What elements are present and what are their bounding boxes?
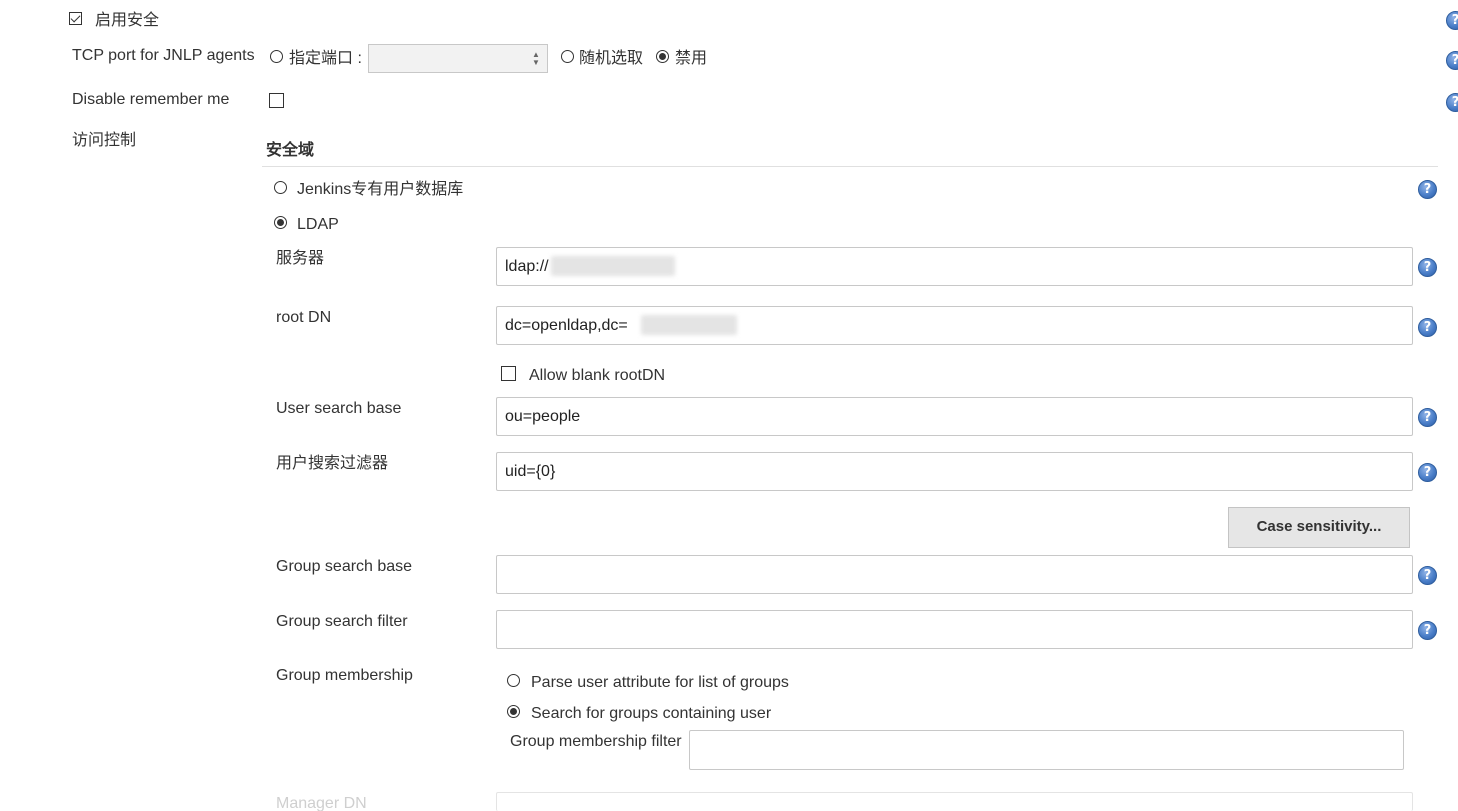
root-dn-value: dc=openldap,dc= — [505, 317, 628, 334]
security-config-page: 启用安全 ? TCP port for JNLP agents 指定端口 : ▲… — [0, 0, 1458, 811]
help-icon[interactable]: ? — [1418, 621, 1437, 640]
jnlp-port-input[interactable]: ▲ ▼ — [368, 44, 548, 73]
group-search-filter-input[interactable] — [496, 610, 1413, 649]
group-membership-search-radio[interactable] — [507, 705, 520, 718]
root-dn-input[interactable]: dc=openldap,dc= — [496, 306, 1413, 345]
help-icon[interactable]: ? — [1446, 93, 1458, 112]
user-search-filter-input[interactable]: uid={0} — [496, 452, 1413, 491]
allow-blank-rootdn-label: Allow blank rootDN — [529, 367, 666, 384]
allow-blank-rootdn-checkbox[interactable] — [501, 366, 516, 381]
group-membership-filter-label: Group membership filter — [510, 733, 682, 750]
enable-security-label: 启用安全 — [95, 12, 160, 29]
user-search-filter-value: uid={0} — [505, 463, 556, 480]
jnlp-fixed-radio[interactable] — [270, 50, 283, 63]
security-realm-heading: 安全域 — [266, 142, 315, 159]
jnlp-port-label: TCP port for JNLP agents — [72, 47, 255, 64]
realm-jenkins-db-label: Jenkins专有用户数据库 — [297, 181, 464, 198]
realm-jenkins-db-radio[interactable] — [274, 181, 287, 194]
section-divider — [262, 166, 1438, 167]
help-icon[interactable]: ? — [1418, 463, 1437, 482]
case-sensitivity-button[interactable]: Case sensitivity... — [1228, 507, 1410, 548]
jnlp-disable-label: 禁用 — [675, 50, 708, 67]
access-control-label: 访问控制 — [72, 132, 137, 149]
ldap-server-value: ldap:// — [505, 258, 549, 275]
user-search-base-input[interactable]: ou=people — [496, 397, 1413, 436]
group-membership-filter-input[interactable] — [689, 730, 1404, 770]
help-icon[interactable]: ? — [1418, 318, 1437, 337]
group-search-base-input[interactable] — [496, 555, 1413, 594]
group-membership-label: Group membership — [276, 667, 413, 684]
group-search-filter-label: Group search filter — [276, 613, 408, 630]
spinner-arrows-icon[interactable]: ▲ ▼ — [531, 51, 541, 67]
disable-remember-me-checkbox[interactable] — [269, 93, 284, 108]
disable-remember-me-label: Disable remember me — [72, 91, 230, 108]
group-search-base-label: Group search base — [276, 558, 413, 575]
jnlp-random-radio[interactable] — [561, 50, 574, 63]
help-icon[interactable]: ? — [1418, 258, 1437, 277]
redacted-blur — [551, 256, 675, 276]
help-icon[interactable]: ? — [1418, 408, 1437, 427]
user-search-base-label: User search base — [276, 400, 402, 417]
manager-dn-input[interactable] — [496, 792, 1413, 811]
redacted-blur — [641, 315, 737, 335]
realm-ldap-radio[interactable] — [274, 216, 287, 229]
manager-dn-label: Manager DN — [276, 795, 367, 811]
user-search-filter-label: 用户搜索过滤器 — [276, 455, 389, 472]
root-dn-label: root DN — [276, 309, 332, 326]
ldap-server-label: 服务器 — [276, 250, 325, 267]
group-membership-parse-label: Parse user attribute for list of groups — [531, 674, 789, 691]
help-icon[interactable]: ? — [1418, 180, 1437, 199]
group-membership-parse-radio[interactable] — [507, 674, 520, 687]
jnlp-fixed-label: 指定端口 : — [289, 50, 362, 67]
help-icon[interactable]: ? — [1446, 11, 1458, 30]
enable-security-checkbox[interactable] — [69, 12, 82, 25]
group-membership-search-label: Search for groups containing user — [531, 705, 772, 722]
realm-ldap-label: LDAP — [297, 216, 339, 233]
user-search-base-value: ou=people — [505, 408, 581, 425]
jnlp-random-label: 随机选取 — [579, 50, 644, 67]
jnlp-disable-radio[interactable] — [656, 50, 669, 63]
help-icon[interactable]: ? — [1418, 566, 1437, 585]
help-icon[interactable]: ? — [1446, 51, 1458, 70]
